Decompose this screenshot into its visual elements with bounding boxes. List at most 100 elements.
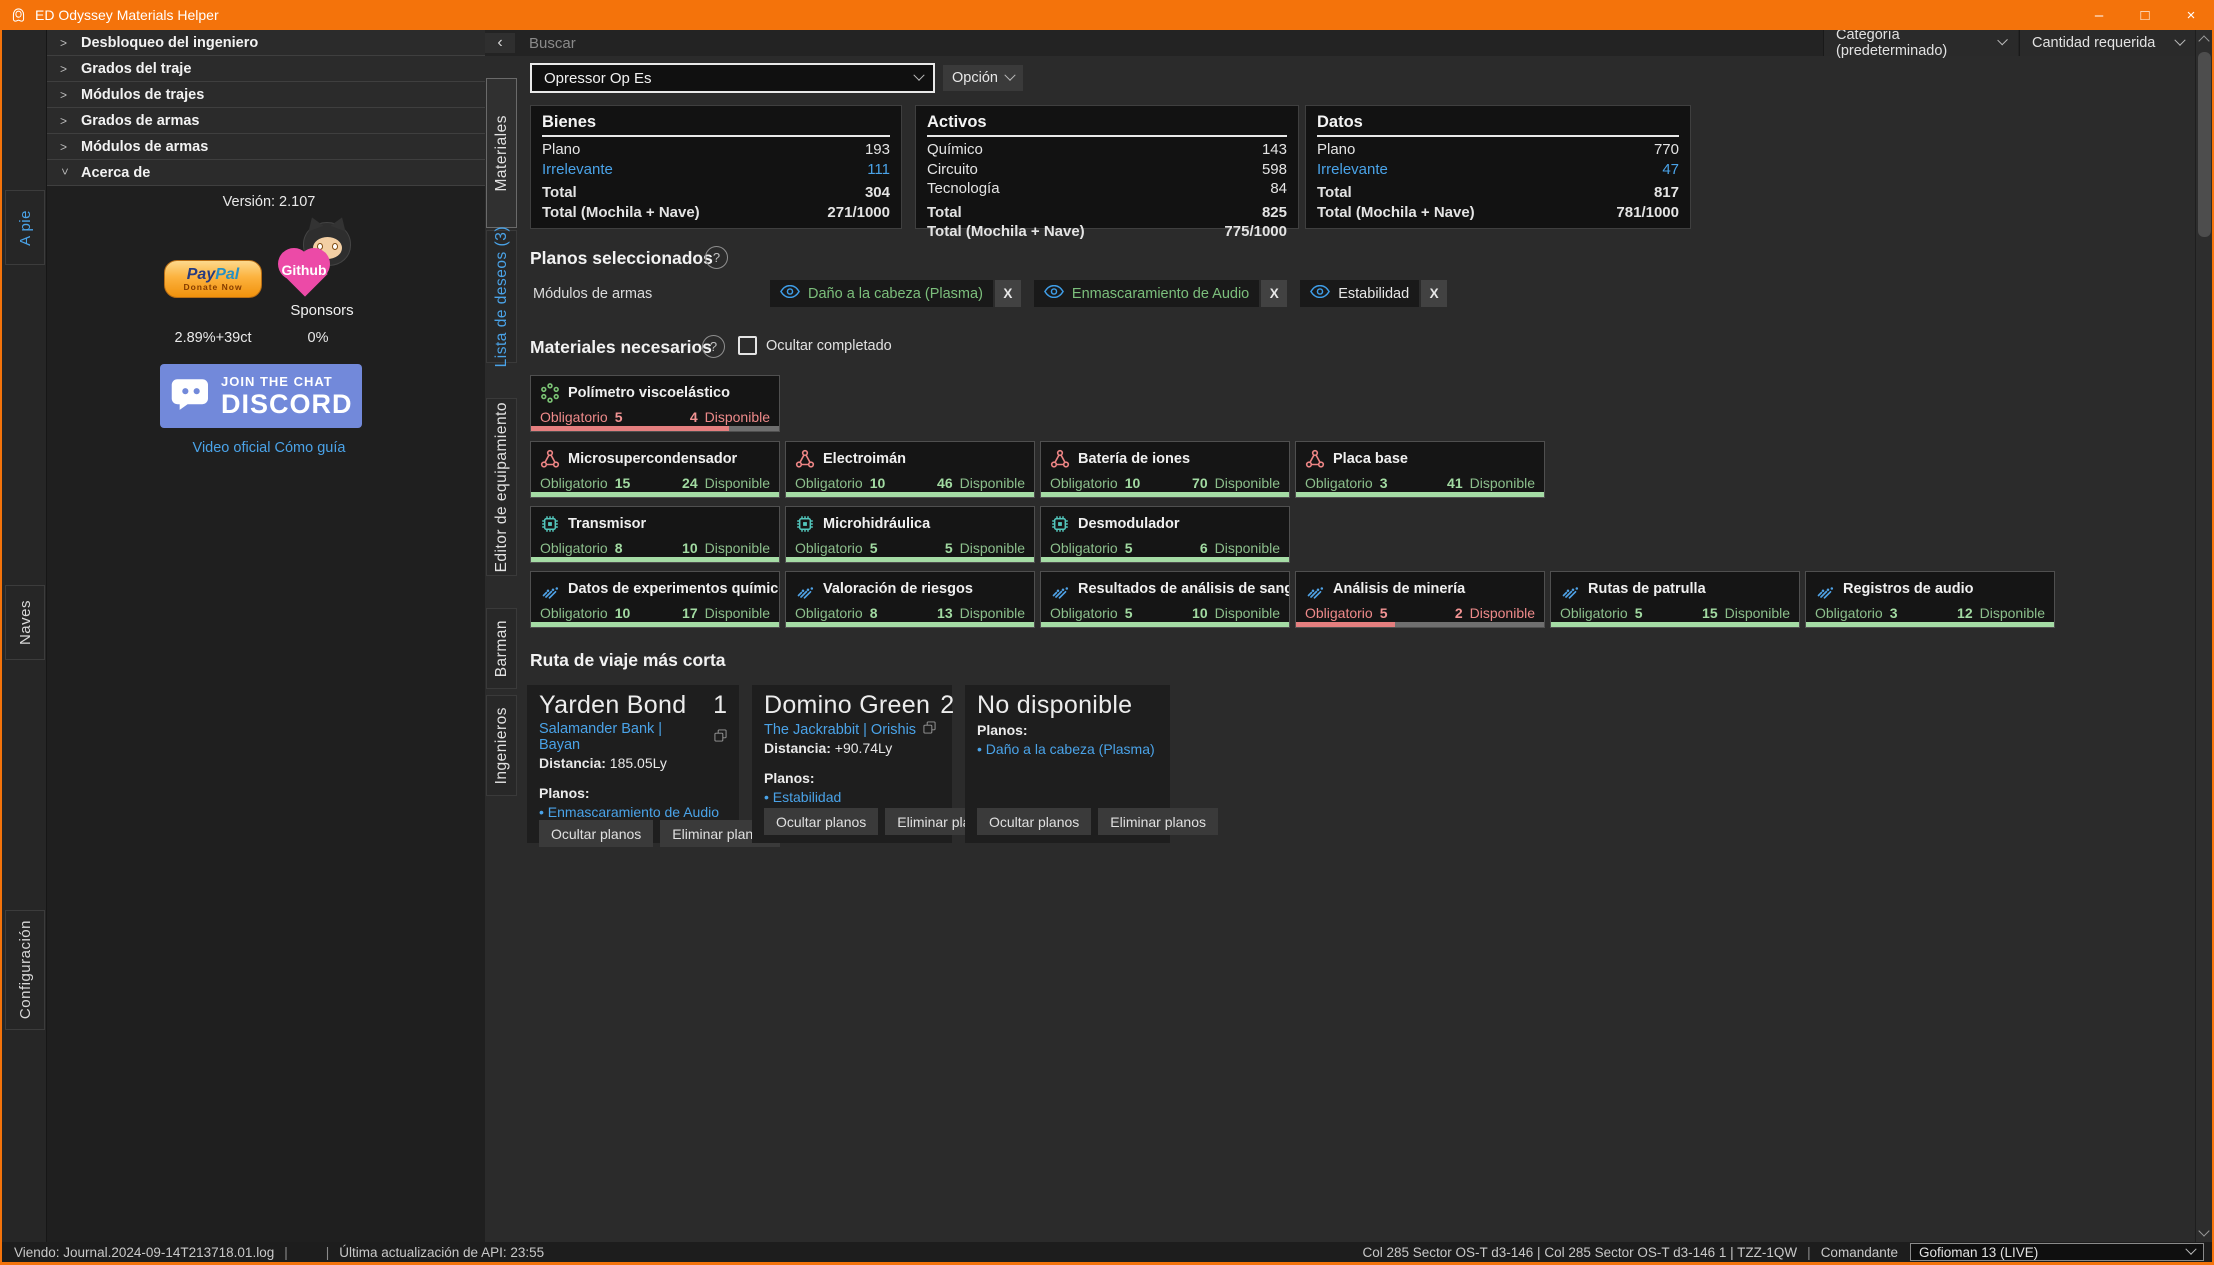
blueprint-chips: Daño a la cabeza (Plasma) X Enmascaramie…	[770, 280, 1447, 307]
hide-blueprints-button[interactable]: Ocultar planos	[977, 808, 1091, 835]
delete-blueprints-button[interactable]: Eliminar planos	[1098, 808, 1218, 835]
paypal-donate-button[interactable]: PayPal Donate Now	[164, 260, 262, 298]
quantity-dropdown[interactable]: Cantidad requerida	[2019, 30, 2196, 56]
material-card[interactable]: Polímetro viscoelástico Obligatorio54Dis…	[530, 375, 780, 432]
search-input[interactable]	[519, 30, 1809, 56]
sidebar-item-grados-traje[interactable]: >Grados del traje	[47, 56, 491, 82]
material-card[interactable]: Resultados de análisis de sangre Obligat…	[1040, 571, 1290, 628]
panel-total-row: Total825	[927, 203, 1287, 223]
tab-editor-equipamiento[interactable]: Editor de equipamiento	[486, 398, 517, 576]
minimize-button[interactable]: –	[2076, 0, 2122, 30]
material-card[interactable]: Batería de iones Obligatorio1070Disponib…	[1040, 441, 1290, 498]
maximize-button[interactable]: □	[2122, 0, 2168, 30]
panel-grand-total-row: Total (Mochila + Nave)775/1000	[927, 222, 1287, 242]
discord-icon	[170, 377, 212, 416]
eye-icon[interactable]	[1310, 285, 1330, 303]
blueprint-link[interactable]: Daño a la cabeza (Plasma)	[977, 741, 1158, 757]
panel-row: Plano770	[1317, 140, 1679, 160]
panel-row: Irrelevante111	[542, 160, 890, 180]
wishlist-combobox[interactable]: Opressor Op Es	[530, 63, 935, 93]
material-card[interactable]: Microhidráulica Obligatorio55Disponible	[785, 506, 1035, 563]
eye-icon[interactable]	[1044, 285, 1064, 303]
blueprint-link[interactable]: Estabilidad	[764, 789, 940, 805]
selected-blueprints-title: Planos seleccionados	[530, 248, 713, 269]
material-card[interactable]: Registros de audio Obligatorio312Disponi…	[1805, 571, 2055, 628]
app-icon	[11, 8, 26, 23]
help-icon[interactable]: ?	[702, 335, 725, 358]
category-dropdown[interactable]: Categoría (predeterminado)	[1823, 30, 2018, 56]
hide-blueprints-button[interactable]: Ocultar planos	[539, 820, 653, 847]
material-row-data: Datos de experimentos químicos Obligator…	[530, 571, 2055, 628]
copy-icon[interactable]	[923, 721, 936, 738]
tab-naves[interactable]: Naves	[5, 585, 45, 660]
tab-a-pie[interactable]: A pie	[5, 190, 45, 265]
remove-chip-button[interactable]: X	[1261, 280, 1287, 307]
material-card[interactable]: Análisis de minería Obligatorio52Disponi…	[1295, 571, 1545, 628]
tab-configuracion[interactable]: Configuración	[5, 910, 45, 1030]
sidebar-item-desbloqueo[interactable]: >Desbloqueo del ingeniero	[47, 30, 491, 56]
remove-chip-button[interactable]: X	[995, 280, 1021, 307]
current-system-label: Col 285 Sector OS-T d3-146 | Col 285 Sec…	[1362, 1245, 1797, 1260]
commander-select[interactable]: Gofioman 13 (LIVE)	[1910, 1243, 2204, 1261]
progress-bar	[531, 622, 779, 627]
tab-materiales[interactable]: Materiales	[486, 78, 517, 228]
material-card[interactable]: Rutas de patrulla Obligatorio515Disponib…	[1550, 571, 1800, 628]
help-icon[interactable]: ?	[705, 246, 728, 269]
api-update-label: Última actualización de API: 23:55	[339, 1245, 544, 1260]
engineer-name: No disponible	[977, 691, 1132, 720]
hide-blueprints-button[interactable]: Ocultar planos	[764, 808, 878, 835]
panel-grand-total-row: Total (Mochila + Nave)271/1000	[542, 203, 890, 223]
material-card[interactable]: Desmodulador Obligatorio56Disponible	[1040, 506, 1290, 563]
window-border	[0, 30, 2, 1265]
material-card[interactable]: Transmisor Obligatorio810Disponible	[530, 506, 780, 563]
close-button[interactable]: ×	[2168, 0, 2214, 30]
material-row-assets-circuit: Microsupercondensador Obligatorio1524Dis…	[530, 441, 1545, 498]
scrollbar-thumb[interactable]	[2198, 52, 2211, 237]
github-sponsors-button[interactable]: Github Sponsors	[275, 220, 361, 330]
station-link[interactable]: Salamander Bank | Bayan	[539, 721, 727, 753]
progress-bar	[531, 557, 779, 562]
sidebar-item-modulos-armas[interactable]: >Módulos de armas	[47, 134, 491, 160]
blueprint-link[interactable]: Enmascaramiento de Audio	[539, 804, 727, 820]
tab-barman[interactable]: Barman	[486, 608, 517, 689]
blueprint-chip[interactable]: Daño a la cabeza (Plasma) X	[770, 280, 1021, 307]
atoms-icon	[795, 449, 815, 469]
paypal-fee-label: 2.89%+39ct	[157, 330, 269, 346]
journal-file-label: Viendo: Journal.2024-09-14T213718.01.log	[14, 1245, 274, 1260]
sidebar-item-modulos-trajes[interactable]: >Módulos de trajes	[47, 82, 491, 108]
scroll-down-icon[interactable]	[2198, 1225, 2209, 1236]
signal-icon	[1305, 579, 1325, 599]
route-title: Ruta de viaje más corta	[530, 650, 726, 671]
about-section: Versión: 2.107 PayPal Donate Now Github …	[47, 194, 491, 624]
hide-completed-checkbox[interactable]	[738, 336, 757, 355]
material-card[interactable]: Valoración de riesgos Obligatorio813Disp…	[785, 571, 1035, 628]
signal-icon	[1815, 579, 1835, 599]
collapse-sidebar-button[interactable]: ‹	[485, 33, 515, 53]
material-card[interactable]: Electroimán Obligatorio1046Disponible	[785, 441, 1035, 498]
material-card[interactable]: Microsupercondensador Obligatorio1524Dis…	[530, 441, 780, 498]
video-guide-link[interactable]: Video oficial Cómo guía	[47, 440, 491, 456]
sidebar-item-acerca-de[interactable]: >Acerca de	[47, 160, 491, 186]
station-link[interactable]: The Jackrabbit | Orishis	[764, 721, 940, 738]
discord-banner[interactable]: JOIN THE CHAT DISCORD	[160, 364, 362, 428]
scroll-up-icon[interactable]	[2198, 35, 2209, 46]
material-card[interactable]: Datos de experimentos químicos Obligator…	[530, 571, 780, 628]
progress-bar	[786, 492, 1034, 497]
vertical-scrollbar[interactable]	[2195, 30, 2212, 1242]
signal-icon	[1050, 579, 1070, 599]
eye-icon[interactable]	[780, 285, 800, 303]
blueprint-chip[interactable]: Enmascaramiento de Audio X	[1034, 280, 1287, 307]
sidebar-item-grados-armas[interactable]: >Grados de armas	[47, 108, 491, 134]
main-tab-column: Materiales Lista de deseos (3) Editor de…	[485, 56, 518, 1242]
copy-icon[interactable]	[714, 729, 727, 746]
tab-lista-de-deseos[interactable]: Lista de deseos (3)	[486, 230, 517, 363]
left-tab-strip: A pie Naves Configuración	[2, 30, 47, 1242]
distance-row: Distancia: +90.74Ly	[764, 740, 940, 756]
material-card[interactable]: Placa base Obligatorio341Disponible	[1295, 441, 1545, 498]
panel-row: Químico143	[927, 140, 1287, 160]
tab-ingenieros[interactable]: Ingenieros	[486, 695, 517, 796]
blueprint-chip[interactable]: Estabilidad X	[1300, 280, 1447, 307]
remove-chip-button[interactable]: X	[1421, 280, 1447, 307]
option-menu-button[interactable]: Opción	[943, 65, 1023, 91]
progress-bar	[1041, 492, 1289, 497]
